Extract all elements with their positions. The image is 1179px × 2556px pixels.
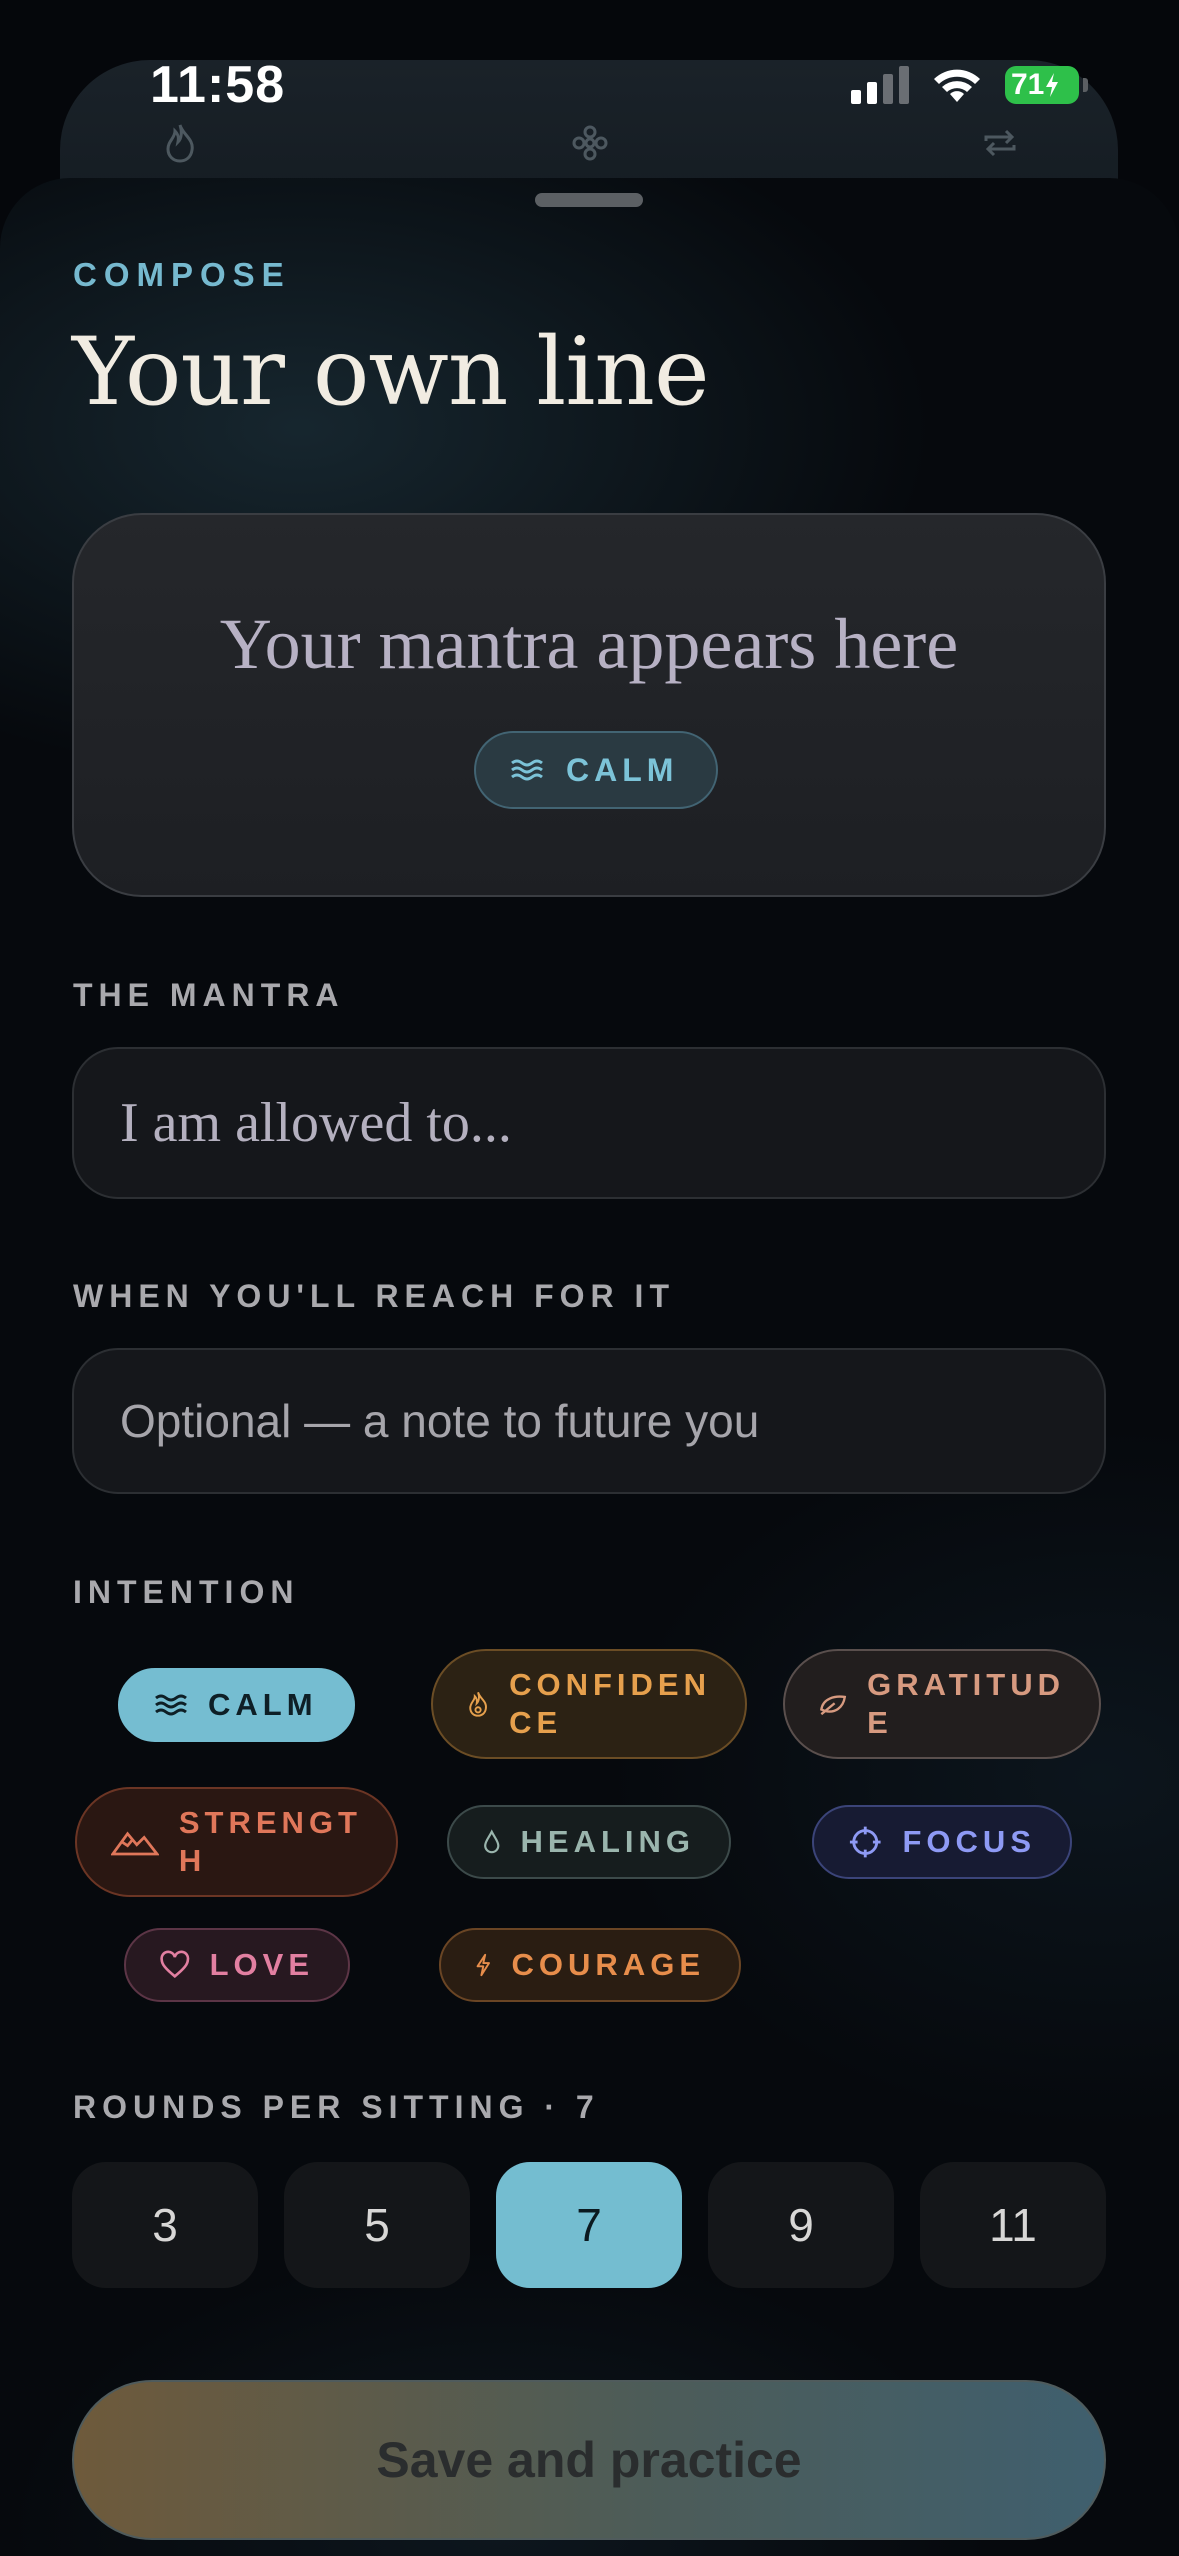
round-option-5[interactable]: 5 xyxy=(284,2162,470,2288)
tab-repeat[interactable] xyxy=(940,118,1060,168)
flame-icon xyxy=(469,1691,487,1717)
intention-chip-love[interactable]: LOVE xyxy=(124,1928,350,2002)
reach-label: WHEN YOU'LL REACH FOR IT xyxy=(73,1278,675,1314)
intention-chip-healing[interactable]: HEALING xyxy=(447,1805,731,1879)
tab-bar xyxy=(120,118,1060,168)
chip-label: HEALING xyxy=(520,1824,695,1859)
tab-practice[interactable] xyxy=(120,118,240,168)
mantra-field xyxy=(72,1047,1106,1199)
reach-note-input[interactable] xyxy=(120,1394,1104,1448)
round-option-3[interactable]: 3 xyxy=(72,2162,258,2288)
sheet-grabber[interactable] xyxy=(535,193,643,207)
mountain-icon xyxy=(111,1831,159,1856)
round-option-11[interactable]: 11 xyxy=(920,2162,1106,2288)
flame-icon xyxy=(166,124,194,163)
chip-label: COURAGE xyxy=(511,1947,705,1982)
charging-bolt-icon xyxy=(1046,73,1059,97)
mantra-preview-card: Your mantra appears here CALM xyxy=(72,513,1106,897)
preview-text: Your mantra appears here xyxy=(219,604,959,684)
tab-library[interactable] xyxy=(530,118,650,168)
rounds-selector: 3 5 7 9 11 xyxy=(72,2162,1106,2288)
chip-label: STRENGT H xyxy=(178,1805,362,1878)
chip-label: CONFIDEN CE xyxy=(509,1667,711,1740)
rounds-label: ROUNDS PER SITTING · 7 xyxy=(73,2089,600,2125)
intention-chip-courage[interactable]: COURAGE xyxy=(439,1928,741,2002)
intention-chip-calm[interactable]: CALM xyxy=(118,1668,355,1742)
preview-intention-chip: CALM xyxy=(474,731,719,809)
flower-icon xyxy=(572,125,608,161)
drop-icon xyxy=(484,1829,500,1854)
preview-chip-label: CALM xyxy=(566,751,679,788)
save-and-practice-button[interactable]: Save and practice xyxy=(72,2380,1106,2540)
section-eyebrow: COMPOSE xyxy=(73,256,291,293)
mantra-input[interactable] xyxy=(120,1091,1104,1155)
mantra-label: THE MANTRA xyxy=(73,977,345,1013)
repeat-icon xyxy=(984,129,1016,157)
intention-label: INTENTION xyxy=(73,1574,300,1610)
intention-chip-gratitude[interactable]: GRATITUD E xyxy=(783,1649,1101,1759)
reach-field xyxy=(72,1348,1106,1494)
intention-chip-confidence[interactable]: CONFIDEN CE xyxy=(431,1649,747,1759)
cellular-signal-icon xyxy=(851,66,909,104)
chip-label: LOVE xyxy=(209,1947,314,1982)
status-icons: 71 xyxy=(851,66,1088,104)
leaf-icon xyxy=(820,1695,847,1716)
chip-label: GRATITUD E xyxy=(867,1667,1065,1740)
round-option-9[interactable]: 9 xyxy=(708,2162,894,2288)
waves-icon xyxy=(155,1694,187,1716)
intention-chip-strength[interactable]: STRENGT H xyxy=(75,1787,398,1897)
battery-icon: 71 xyxy=(1005,66,1088,104)
chip-label: CALM xyxy=(208,1687,318,1722)
bolt-icon xyxy=(476,1953,490,1977)
chip-label: FOCUS xyxy=(902,1824,1036,1859)
round-option-7[interactable]: 7 xyxy=(496,2162,682,2288)
wifi-icon xyxy=(934,69,980,102)
heart-icon xyxy=(160,1950,190,1979)
battery-level: 71 xyxy=(1011,68,1045,101)
waves-icon xyxy=(511,759,543,781)
page-title: Your own line xyxy=(72,318,710,427)
status-time: 11:58 xyxy=(150,56,286,114)
intention-chip-focus[interactable]: FOCUS xyxy=(812,1805,1072,1879)
crosshair-icon xyxy=(849,1826,881,1858)
